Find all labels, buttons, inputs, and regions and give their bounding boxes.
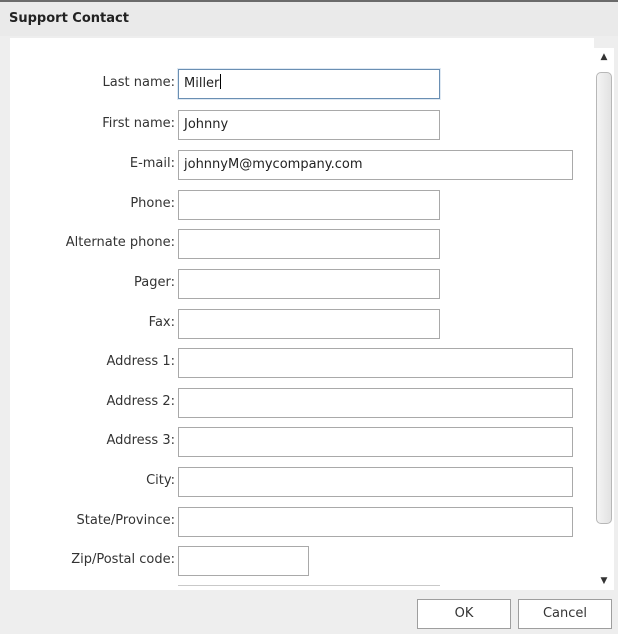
scroll-down-arrow-icon[interactable]: ▼ <box>596 574 612 588</box>
form-panel: Last name: Miller First name: Johnny E-m… <box>10 38 594 590</box>
text-caret <box>220 74 222 89</box>
row-pager: Pager: <box>10 269 594 299</box>
row-last-name: Last name: Miller <box>10 69 594 99</box>
vertical-scrollbar[interactable]: ▲ ▼ <box>594 48 614 590</box>
address-1-field[interactable] <box>178 348 573 378</box>
alternate-phone-field[interactable] <box>178 229 440 259</box>
address-2-field[interactable] <box>178 388 573 418</box>
address-3-label: Address 3: <box>106 433 175 448</box>
row-address-2: Address 2: <box>10 388 594 418</box>
scrollbar-thumb[interactable] <box>596 72 612 524</box>
row-phone: Phone: <box>10 190 594 220</box>
dialog-title-bar: Support Contact <box>0 0 618 36</box>
address-3-field[interactable] <box>178 427 573 457</box>
alternate-phone-label: Alternate phone: <box>65 235 175 250</box>
city-field[interactable] <box>178 467 573 497</box>
support-contact-dialog: Support Contact Last name: Miller First … <box>0 0 618 634</box>
state-province-field[interactable] <box>178 507 573 537</box>
row-first-name: First name: Johnny <box>10 110 594 140</box>
zip-postal-code-field[interactable] <box>178 546 309 576</box>
email-label: E-mail: <box>129 156 175 171</box>
state-province-label: State/Province: <box>76 513 175 528</box>
last-name-field[interactable]: Miller <box>178 69 440 99</box>
last-name-value: Miller <box>184 76 220 91</box>
row-fax: Fax: <box>10 309 594 339</box>
row-address-3: Address 3: <box>10 427 594 457</box>
first-name-label: First name: <box>102 116 175 131</box>
row-city: City: <box>10 467 594 497</box>
row-address-1: Address 1: <box>10 348 594 378</box>
address-2-label: Address 2: <box>106 394 175 409</box>
fax-field[interactable] <box>178 309 440 339</box>
cancel-button[interactable]: Cancel <box>518 599 612 629</box>
scrollbar-track[interactable] <box>596 72 612 566</box>
row-alternate-phone: Alternate phone: <box>10 229 594 259</box>
dialog-footer: OK Cancel <box>0 590 618 634</box>
pager-field[interactable] <box>178 269 440 299</box>
phone-label: Phone: <box>130 196 175 211</box>
last-name-label: Last name: <box>102 75 175 90</box>
dialog-title: Support Contact <box>9 11 129 26</box>
address-1-label: Address 1: <box>106 354 175 369</box>
zip-postal-code-label: Zip/Postal code: <box>71 552 175 567</box>
email-field[interactable]: johnnyM@mycompany.com <box>178 150 573 180</box>
row-state-province: State/Province: <box>10 507 594 537</box>
first-name-field[interactable]: Johnny <box>178 110 440 140</box>
city-label: City: <box>146 473 175 488</box>
row-email: E-mail: johnnyM@mycompany.com <box>10 150 594 180</box>
ok-button[interactable]: OK <box>417 599 511 629</box>
scroll-up-arrow-icon[interactable]: ▲ <box>596 50 612 64</box>
fax-label: Fax: <box>148 315 175 330</box>
phone-field[interactable] <box>178 190 440 220</box>
row-zip-postal-code: Zip/Postal code: <box>10 546 594 576</box>
pager-label: Pager: <box>134 275 175 290</box>
